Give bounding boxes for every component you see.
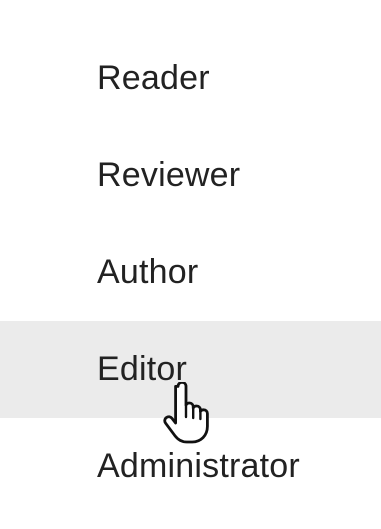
menu-item-label: Reader (97, 59, 210, 97)
menu-item-reviewer[interactable]: Reviewer (0, 127, 381, 224)
menu-item-label: Reviewer (97, 156, 241, 194)
menu-item-editor[interactable]: Editor (0, 321, 381, 418)
menu-item-reader[interactable]: Reader (0, 30, 381, 127)
role-menu: Reader Reviewer Author Editor Administra… (0, 30, 381, 515)
menu-item-label: Administrator (97, 447, 300, 485)
menu-item-author[interactable]: Author (0, 224, 381, 321)
menu-item-label: Editor (97, 350, 188, 388)
menu-item-label: Author (97, 253, 199, 291)
menu-item-administrator[interactable]: Administrator (0, 418, 381, 515)
